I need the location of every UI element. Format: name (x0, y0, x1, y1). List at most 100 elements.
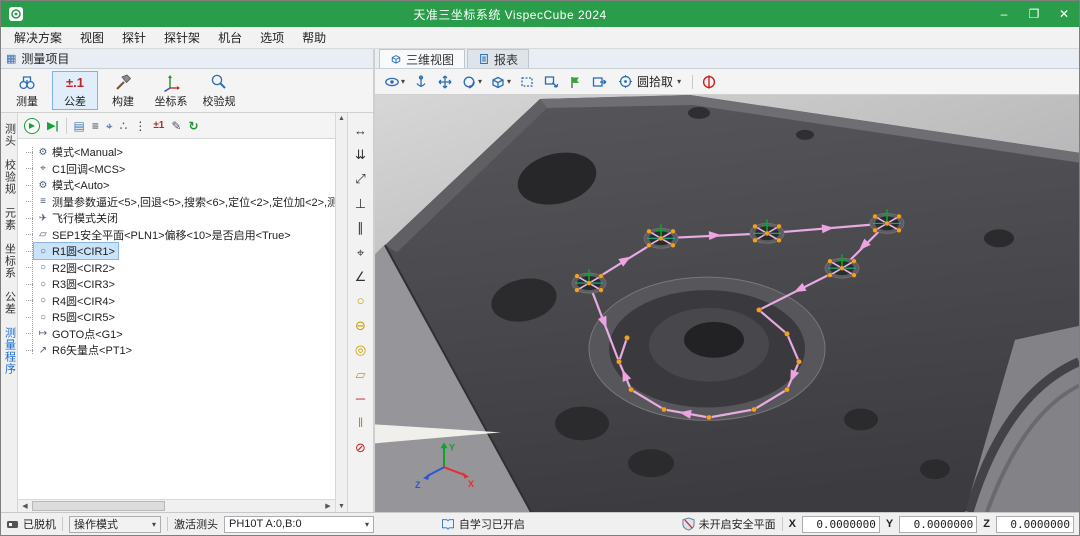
scroll-up-icon[interactable]: ▲ (338, 115, 345, 122)
menu-options[interactable]: 选项 (251, 27, 293, 48)
pick-region-icon[interactable] (543, 74, 559, 90)
params-icon[interactable]: ≡ (92, 120, 99, 132)
run-selected-button[interactable]: ▶| (47, 119, 59, 132)
measure-target-icon[interactable]: ⌖ (106, 120, 113, 132)
scrollbar-thumb[interactable] (32, 501, 165, 511)
scroll-right-icon[interactable]: ▶ (321, 502, 335, 510)
tab-tolerance[interactable]: 公差 (2, 291, 17, 315)
orbit-rotate-icon[interactable]: ▾ (461, 74, 482, 90)
tab-elements[interactable]: 元素 (2, 207, 17, 231)
dropdown-icon[interactable]: ▾ (401, 77, 405, 86)
tree-item-fly-mode[interactable]: ✈飞行模式关闭 (26, 210, 335, 227)
edit-pen-icon[interactable]: ✎ (171, 120, 181, 132)
tab-gauge[interactable]: 校验规 (2, 159, 17, 195)
tab-probe[interactable]: 测头 (2, 123, 17, 147)
gdt-distance-icon[interactable]: ↔ (354, 118, 367, 142)
tree-horizontal-scrollbar[interactable]: ◀ ▶ (18, 499, 335, 512)
tree-item-vector-point[interactable]: ↗R6矢量点<PT1> (26, 342, 335, 359)
center-mark-icon[interactable] (701, 74, 717, 90)
export-view-icon[interactable] (591, 74, 607, 90)
gdt-parallelism-icon[interactable]: ∥ (357, 216, 364, 240)
restore-button[interactable]: ❐ (1019, 1, 1049, 27)
mode-icon: ⚙ (37, 180, 49, 191)
gdt-angularity-icon[interactable]: ∠ (355, 264, 367, 288)
menu-view[interactable]: 视图 (71, 27, 113, 48)
tab-report[interactable]: 报表 (467, 49, 529, 68)
view-tab-row: 三维视图 报表 (375, 49, 1079, 69)
close-button[interactable]: ✕ (1049, 1, 1079, 27)
gdt-straightness-icon[interactable]: ─ (356, 386, 365, 410)
tree-item-mode-manual[interactable]: ⚙模式<Manual> (26, 144, 335, 161)
refresh-icon[interactable]: ↻ (188, 120, 198, 132)
tree-item-circle-cir4[interactable]: ○R4圆<CIR4> (26, 293, 335, 310)
fly-icon: ✈ (37, 213, 49, 224)
menu-machine[interactable]: 机台 (209, 27, 251, 48)
ribbon-tolerance-button[interactable]: ±.1 公差 (52, 71, 98, 110)
menu-probe-rack[interactable]: 探针架 (155, 27, 209, 48)
status-bar: 已脱机 操作模式 ▾ 激活测头 PH10T A:0,B:0 ▾ 自学习已开启 未… (1, 512, 1079, 535)
ribbon-gauge-button[interactable]: 校验规 (196, 71, 242, 110)
flag-label-icon[interactable] (567, 74, 583, 90)
safety-plane-icon (682, 517, 695, 531)
tolerance-small-icon[interactable]: ±1 (153, 121, 164, 131)
app-window: 天准三坐标系统 VispecCube 2024 – ❐ ✕ 解决方案 视图 探针… (0, 0, 1080, 536)
menu-help[interactable]: 帮助 (293, 27, 335, 48)
tab-coordsys[interactable]: 坐标系 (2, 243, 17, 279)
path-points-icon[interactable]: ∴ (120, 120, 128, 132)
gdt-concentricity-icon[interactable]: ◎ (355, 338, 366, 362)
tree-item-mode-auto[interactable]: ⚙模式<Auto> (26, 177, 335, 194)
tree-item-recall-mcs[interactable]: ⌖C1回调<MCS> (26, 161, 335, 178)
gdt-profile-line-icon[interactable]: ⊖ (355, 313, 366, 337)
menu-solution[interactable]: 解决方案 (5, 27, 71, 48)
dropdown-icon: ▾ (365, 520, 369, 529)
gdt-converge-icon[interactable]: ⇊ (355, 142, 366, 166)
report-icon[interactable]: ▤ (74, 120, 85, 132)
circle-icon: ○ (37, 312, 49, 323)
view-cube-icon[interactable]: ▾ (490, 74, 511, 90)
magnifier-icon (209, 72, 229, 92)
tree-item-circle-cir3[interactable]: ○R3圆<CIR3> (26, 276, 335, 293)
dropdown-icon: ▾ (677, 77, 681, 86)
operation-mode-select[interactable]: 操作模式 ▾ (69, 516, 161, 533)
circle-pick-dropdown[interactable]: 圆拾取 ▾ (615, 72, 684, 91)
tree-item-circle-cir2[interactable]: ○R2圆<CIR2> (26, 260, 335, 277)
pan-move-icon[interactable] (437, 74, 453, 90)
ribbon-coordsys-button[interactable]: 坐标系 (148, 71, 194, 110)
elements-icon[interactable]: ⋮ (134, 120, 146, 132)
tree-item-goto-point[interactable]: ↦GOTO点<G1> (26, 326, 335, 343)
dropdown-icon[interactable]: ▾ (507, 77, 511, 86)
tree-item-safety-plane[interactable]: ▱SEP1安全平面<PLN1>偏移<10>是否启用<True> (26, 227, 335, 244)
tree-item-measure-params[interactable]: ≡测量参数逼近<5>,回退<5>,搜索<6>,定位<2>,定位加<2>,测量..… (26, 194, 335, 211)
dropdown-icon[interactable]: ▾ (478, 77, 482, 86)
run-program-button[interactable]: ▶ (24, 118, 40, 134)
tree-vertical-scrollbar[interactable]: ▲ ▼ (335, 113, 348, 512)
pin-anchor-icon[interactable] (413, 74, 429, 90)
gdt-diagonal-icon[interactable]: ⤢ (355, 167, 365, 191)
tree-item-circle-cir5[interactable]: ○R5圆<CIR5> (26, 309, 335, 326)
visibility-eye-icon[interactable]: ▾ (384, 74, 405, 90)
tab-3d-view[interactable]: 三维视图 (379, 49, 465, 68)
axis-x-label: X (468, 479, 474, 489)
panel-header: ▦ 测量项目 (1, 49, 373, 69)
scroll-left-icon[interactable]: ◀ (18, 502, 32, 510)
gdt-total-runout-icon[interactable]: ⊘ (355, 435, 366, 459)
tolerance-icon: ±.1 (66, 72, 84, 92)
ribbon-construct-button[interactable]: 构建 (100, 71, 146, 110)
active-probe-select[interactable]: PH10T A:0,B:0 ▾ (224, 516, 374, 533)
ribbon-measure-button[interactable]: 测量 (4, 71, 50, 110)
gdt-runout-icon[interactable]: ‖ (358, 411, 363, 435)
viewport-3d[interactable]: Y X Z (375, 95, 1079, 512)
gdt-position-icon[interactable]: ⌖ (357, 240, 364, 264)
scrollbar-track[interactable] (32, 500, 321, 512)
tree-item-circle-cir1[interactable]: ○R1圆<CIR1> (26, 243, 335, 260)
gdt-circularity-icon[interactable]: ○ (357, 289, 365, 313)
plane-icon: ▱ (37, 229, 49, 240)
gdt-perpendicularity-icon[interactable]: ⊥ (355, 191, 366, 215)
minimize-button[interactable]: – (989, 1, 1019, 27)
scroll-down-icon[interactable]: ▼ (338, 503, 345, 510)
axis-y-label: Y (449, 442, 455, 452)
menu-probe[interactable]: 探针 (113, 27, 155, 48)
select-box-icon[interactable] (519, 74, 535, 90)
tab-measure-program[interactable]: 测量程序 (2, 327, 17, 375)
gdt-flatness-icon[interactable]: ▱ (356, 362, 366, 386)
